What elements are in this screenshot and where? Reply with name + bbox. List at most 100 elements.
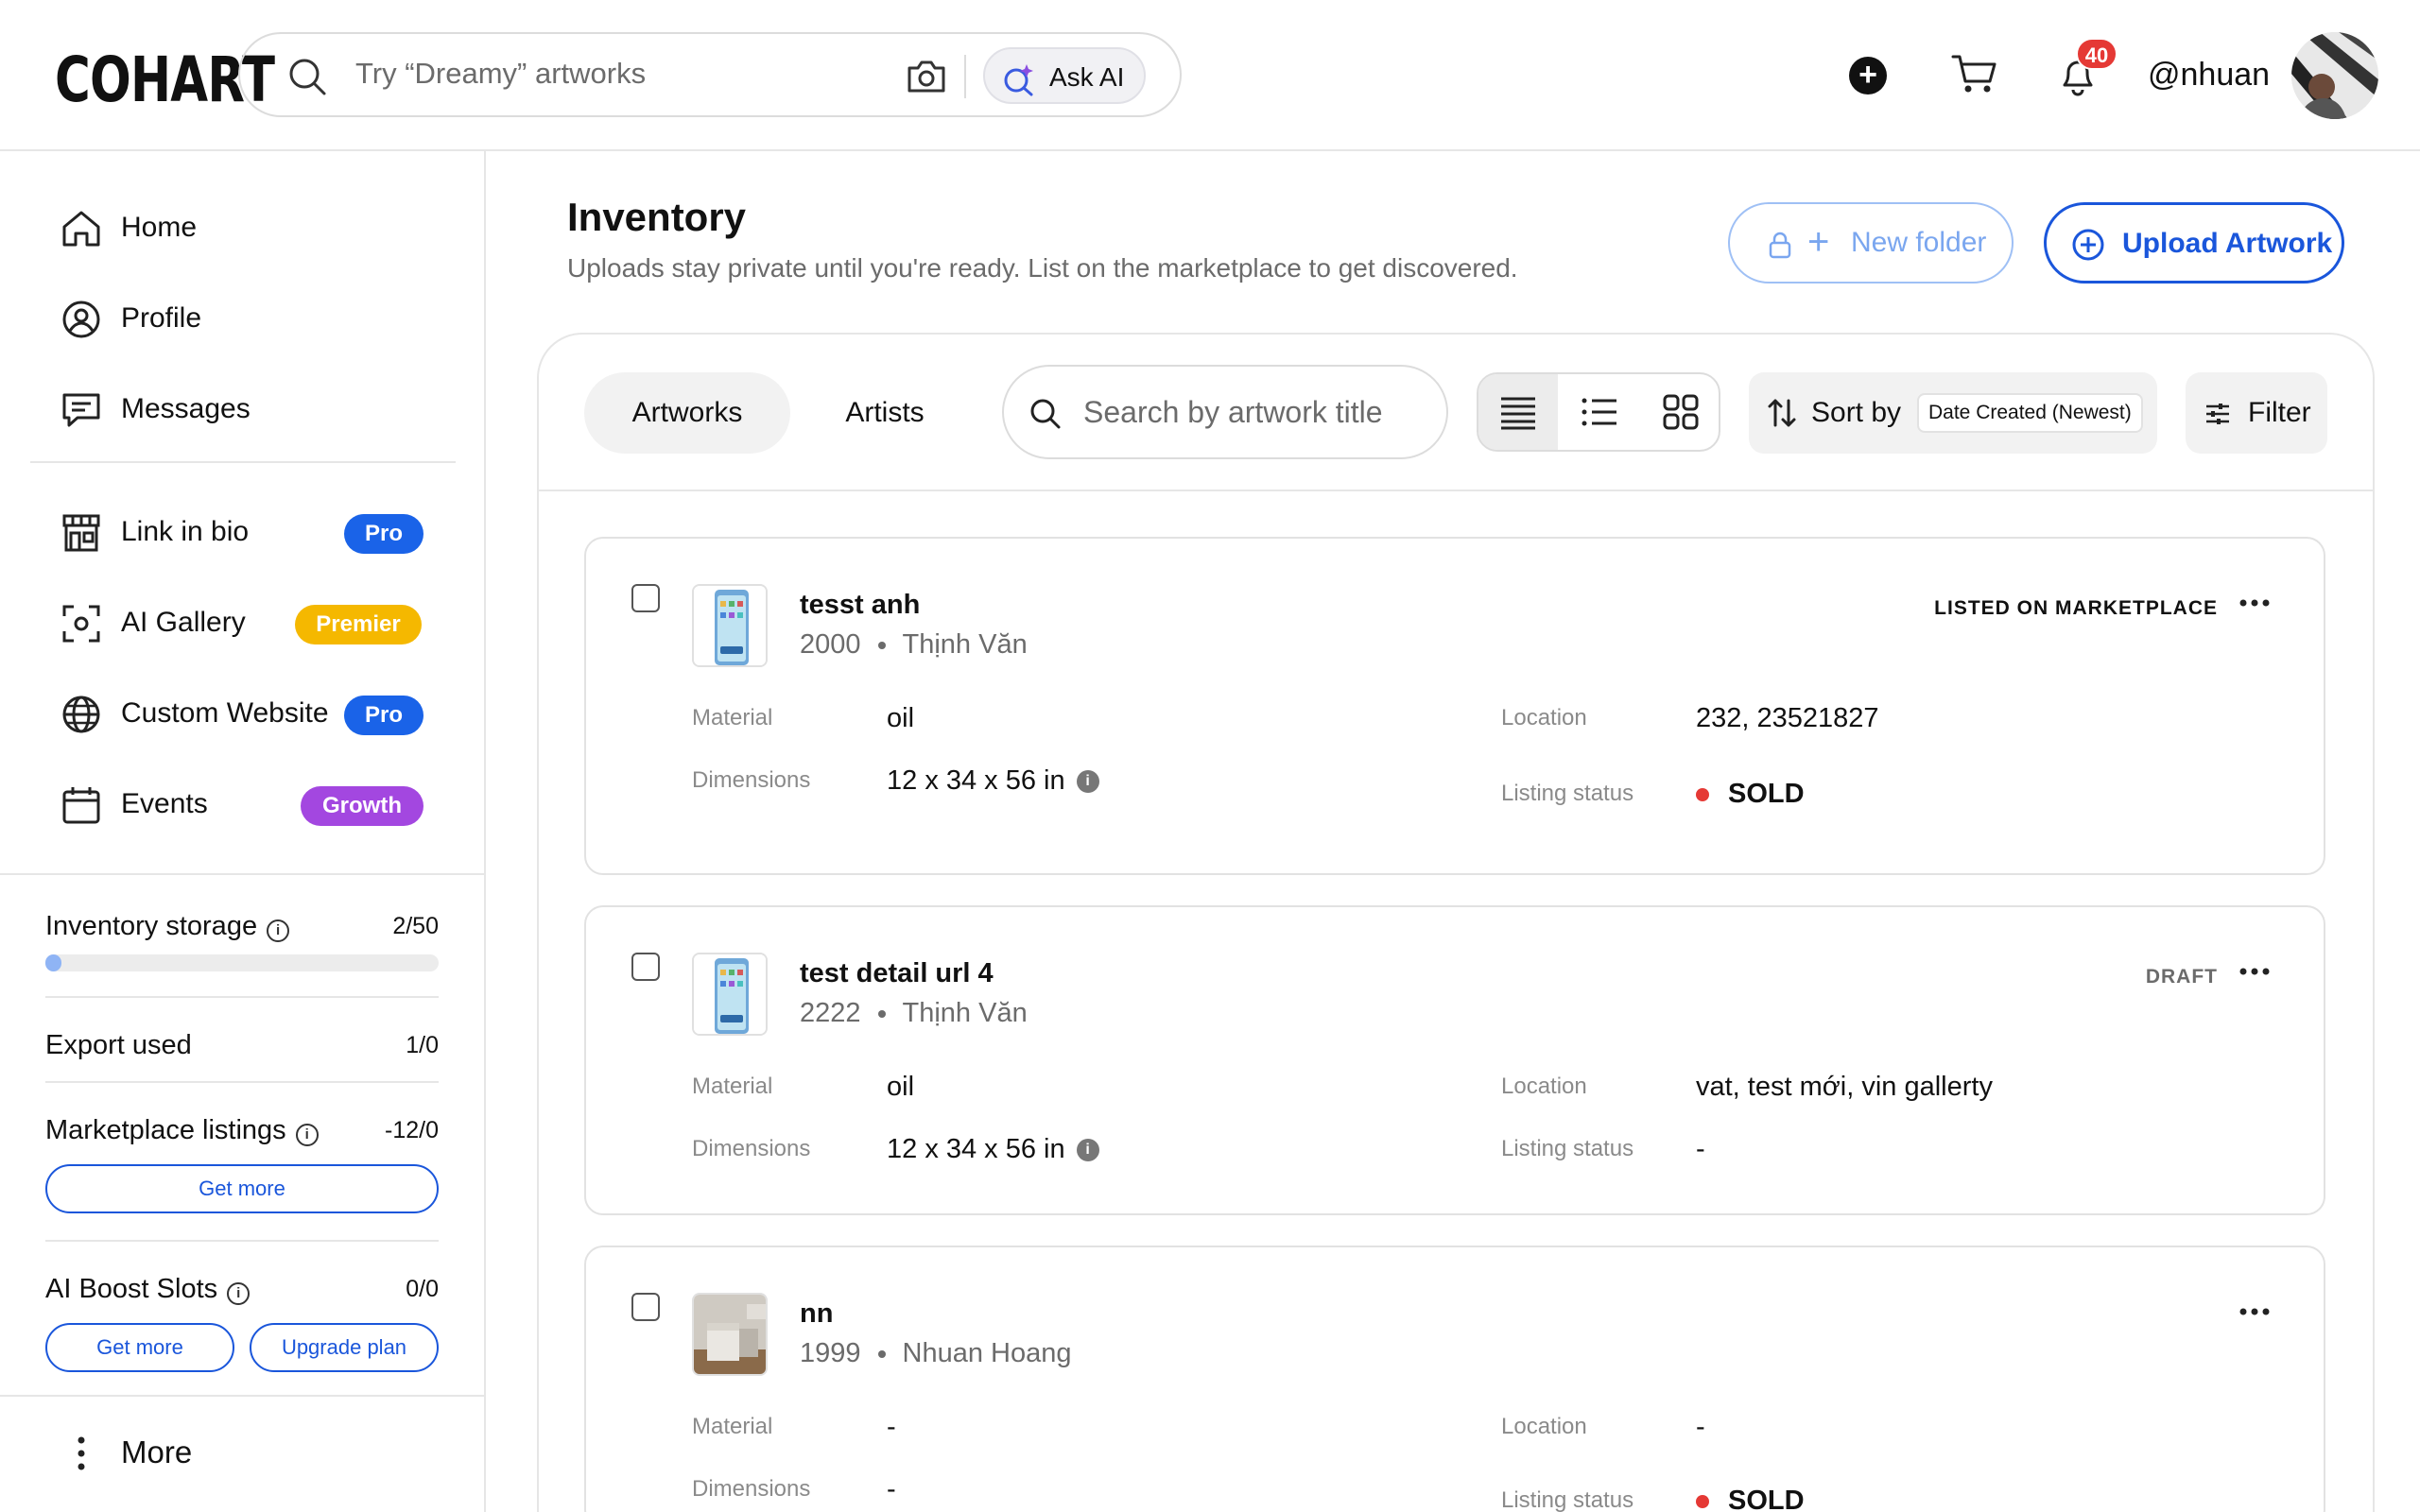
quota-panel: Inventory storage i 2/50 Export used 1/0 … — [0, 873, 484, 1393]
detail-list-view-button[interactable] — [1478, 374, 1558, 450]
info-icon[interactable]: i — [227, 1281, 251, 1305]
global-search-input[interactable]: Try “Dreamy” artworks — [355, 57, 646, 91]
camera-icon[interactable] — [906, 57, 947, 99]
sidebar-item-label: Custom Website — [121, 697, 329, 729]
sidebar-more[interactable]: More — [0, 1395, 484, 1512]
cart-icon[interactable] — [1951, 53, 1996, 99]
material-value: - — [887, 1412, 896, 1442]
list-view-button[interactable] — [1560, 374, 1639, 450]
more-options-icon[interactable] — [2238, 595, 2271, 612]
sold-status-dot — [1696, 788, 1709, 802]
listing-status-tag: DRAFT — [2145, 966, 2218, 988]
info-icon[interactable]: i — [1076, 1139, 1099, 1162]
sidebar-item-link-in-bio[interactable]: Link in bio Pro — [60, 505, 458, 558]
select-checkbox[interactable] — [631, 1293, 660, 1321]
artwork-meta: 2222 Thịnh Văn — [800, 998, 1028, 1029]
listing-status-label: Listing status — [1501, 781, 1634, 806]
select-checkbox[interactable] — [631, 953, 660, 981]
artwork-card[interactable]: test detail url 4 2222 Thịnh Văn DRAFT Ma… — [584, 905, 2325, 1215]
sidebar-divider — [30, 461, 456, 463]
more-options-icon[interactable] — [2238, 964, 2271, 981]
ai-sparkle-icon — [1002, 62, 1036, 101]
artwork-thumbnail[interactable] — [692, 584, 768, 667]
select-checkbox[interactable] — [631, 584, 660, 612]
artwork-year: 1999 — [800, 1338, 861, 1368]
artwork-thumbnail[interactable] — [692, 953, 768, 1036]
dimensions-value: - — [887, 1474, 896, 1504]
info-icon[interactable]: i — [267, 919, 290, 942]
info-icon[interactable]: i — [295, 1123, 319, 1146]
separator-dot — [877, 642, 886, 650]
info-icon[interactable]: i — [1076, 770, 1099, 794]
globe-icon — [60, 694, 102, 740]
ask-ai-label: Ask AI — [1049, 62, 1125, 92]
quota-marketplace-listings: Marketplace listings i -12/0 — [45, 1115, 439, 1146]
upload-artwork-button[interactable]: Upload Artwork — [2044, 202, 2344, 284]
scan-icon — [60, 603, 102, 649]
artwork-year: 2000 — [800, 629, 861, 660]
grid-view-button[interactable] — [1641, 374, 1719, 450]
location-label: Location — [1501, 1414, 1587, 1439]
sidebar-item-messages[interactable]: Messages — [60, 382, 458, 435]
artwork-title[interactable]: test detail url 4 — [800, 958, 994, 989]
global-search-bar[interactable]: Try “Dreamy” artworks Ask AI — [238, 32, 1182, 117]
sold-status-dot — [1696, 1495, 1709, 1509]
quota-inventory-storage: Inventory storage i 2/50 — [45, 911, 439, 942]
calendar-icon — [60, 784, 102, 831]
page-title: Inventory — [567, 195, 747, 239]
marketplace-get-more-button[interactable]: Get more — [45, 1164, 439, 1213]
listing-status-value: - — [1696, 1134, 1705, 1164]
plus-icon: + — [1807, 221, 1830, 263]
quota-value: 2/50 — [392, 913, 439, 939]
new-folder-label: New folder — [1851, 227, 1987, 258]
filter-button[interactable]: Filter — [2186, 372, 2327, 454]
sidebar-item-label: Link in bio — [121, 516, 250, 547]
artist-name: Nhuan Hoang — [902, 1338, 1072, 1368]
more-options-icon[interactable] — [2238, 1304, 2271, 1321]
artwork-search-input[interactable]: Search by artwork title — [1083, 395, 1383, 430]
filter-label: Filter — [2248, 397, 2311, 428]
new-folder-button[interactable]: + New folder — [1728, 202, 2014, 284]
username[interactable]: @nhuan — [2148, 57, 2270, 94]
quota-label: AI Boost Slots — [45, 1274, 218, 1304]
dimensions-value: 12 x 34 x 56 in i — [887, 1134, 1099, 1165]
separator-dot — [877, 1350, 886, 1359]
artwork-card[interactable]: nn 1999 Nhuan Hoang Material - Dimensions… — [584, 1246, 2325, 1512]
sidebar-item-home[interactable]: Home — [60, 200, 458, 253]
tab-artists[interactable]: Artists — [804, 372, 966, 454]
toolbar-divider — [539, 490, 2373, 491]
sidebar-item-profile[interactable]: Profile — [60, 291, 458, 344]
search-icon — [1028, 397, 1063, 436]
artwork-title[interactable]: tesst anh — [800, 590, 920, 621]
upgrade-plan-button[interactable]: Upgrade plan — [250, 1323, 439, 1372]
listing-status-tag: LISTED ON MARKETPLACE — [1934, 597, 2218, 619]
sidebar-item-events[interactable]: Events Growth — [60, 777, 458, 830]
listing-status-value: SOLD — [1696, 1486, 1805, 1512]
location-value: 232, 23521827 — [1696, 703, 1879, 733]
sidebar-item-label: Profile — [121, 302, 202, 334]
quota-value: 0/0 — [406, 1276, 439, 1302]
ask-ai-button[interactable]: Ask AI — [983, 47, 1146, 104]
listing-status-text: SOLD — [1728, 1486, 1805, 1512]
sort-value[interactable]: Date Created (Newest) — [1917, 393, 2143, 433]
sidebar-item-custom-website[interactable]: Custom Website Pro — [60, 686, 458, 739]
sidebar-item-ai-gallery[interactable]: AI Gallery Premier — [60, 595, 458, 648]
sort-arrows-icon — [1766, 397, 1798, 434]
plan-badge: Growth — [301, 786, 424, 826]
storefront-icon — [60, 512, 102, 558]
artwork-search-field[interactable]: Search by artwork title — [1002, 365, 1448, 459]
artwork-card[interactable]: tesst anh 2000 Thịnh Văn LISTED ON MARKET… — [584, 537, 2325, 875]
sort-dropdown[interactable]: Sort by Date Created (Newest) — [1749, 372, 2157, 454]
sidebar-item-label: AI Gallery — [121, 607, 246, 638]
create-plus-button[interactable]: + — [1849, 57, 1887, 94]
location-label: Location — [1501, 705, 1587, 730]
artist-name: Thịnh Văn — [902, 629, 1028, 660]
user-circle-icon — [60, 299, 102, 345]
artwork-title[interactable]: nn — [800, 1298, 833, 1330]
tab-artworks[interactable]: Artworks — [584, 372, 790, 454]
sort-label: Sort by — [1811, 397, 1902, 428]
material-label: Material — [692, 1074, 773, 1099]
ai-boost-get-more-button[interactable]: Get more — [45, 1323, 234, 1372]
avatar[interactable] — [2291, 32, 2378, 119]
artwork-thumbnail[interactable] — [692, 1293, 768, 1376]
